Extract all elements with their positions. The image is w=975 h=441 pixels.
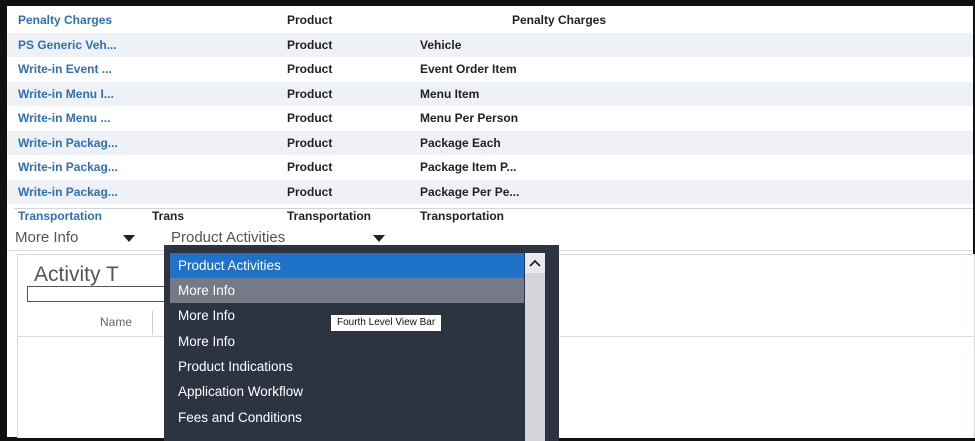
- row-value: Menu Per Person: [420, 111, 519, 125]
- scroll-up-button[interactable]: [525, 253, 545, 273]
- row-name-link[interactable]: Write-in Packag...: [18, 155, 118, 180]
- row-type: Product: [287, 184, 333, 199]
- search-input[interactable]: [27, 286, 167, 302]
- row-name-link[interactable]: Penalty Charges: [18, 8, 112, 33]
- chevron-down-icon: [123, 234, 135, 242]
- row-name-link[interactable]: Write-in Menu I...: [18, 82, 114, 107]
- row-value: Vehicle: [420, 37, 462, 52]
- row-name-link[interactable]: PS Generic Veh...: [18, 33, 117, 58]
- column-header-name[interactable]: Name: [100, 315, 132, 329]
- row-type: Product: [287, 37, 333, 52]
- row-type: Product: [287, 111, 333, 125]
- menu-item-product-indications[interactable]: Product Indications: [170, 354, 524, 379]
- menu-item-product-activities[interactable]: Product Activities: [170, 253, 524, 278]
- list-row[interactable]: Write-in Menu ... Product Menu Per Perso…: [7, 106, 973, 131]
- row-type: Product: [287, 86, 333, 101]
- row-value: Package Item P...: [420, 160, 517, 174]
- row-name-link[interactable]: Write-in Packag...: [18, 180, 118, 205]
- list-divider: [14, 208, 973, 209]
- menu-item-fees-and-conditions[interactable]: Fees and Conditions: [170, 405, 524, 430]
- row-type: Product: [287, 135, 333, 150]
- panel-title: Activity T: [34, 263, 119, 286]
- view-dropdown-menu: Product Activities More Info More Info M…: [164, 245, 559, 441]
- list-row[interactable]: Write-in Packag... Product Package Each: [7, 130, 973, 156]
- list-row[interactable]: PS Generic Veh... Product Vehicle: [7, 32, 973, 58]
- menu-item-more-info[interactable]: More Info: [170, 278, 524, 303]
- list-row[interactable]: Penalty Charges Product Penalty Charges: [7, 8, 973, 33]
- record-list: Penalty Charges Product Penalty Charges …: [7, 8, 973, 229]
- row-type: Product: [287, 62, 333, 76]
- list-row[interactable]: Write-in Menu I... Product Menu Item: [7, 81, 973, 107]
- row-value: Menu Item: [420, 86, 480, 101]
- menu-item-more-info[interactable]: More Info: [170, 329, 524, 354]
- row-name-link[interactable]: Write-in Packag...: [18, 131, 118, 156]
- row-name-link[interactable]: Write-in Menu ...: [18, 106, 110, 131]
- chevron-down-icon: [373, 234, 385, 242]
- view-tab-more-info[interactable]: More Info: [15, 226, 78, 250]
- list-row[interactable]: Write-in Packag... Product Package Item …: [7, 155, 973, 180]
- tooltip: Fourth Level View Bar: [330, 314, 443, 332]
- row-value: Event Order Item: [420, 62, 517, 76]
- list-row[interactable]: Write-in Event ... Product Event Order I…: [7, 57, 973, 82]
- column-divider: [152, 311, 153, 335]
- list-row[interactable]: Write-in Packag... Product Package Per P…: [7, 179, 973, 205]
- view-dropdown-caret-1[interactable]: [123, 226, 135, 250]
- chevron-up-icon: [529, 259, 541, 267]
- row-value: Penalty Charges: [511, 13, 607, 27]
- row-value: Package Per Pe...: [420, 184, 520, 199]
- row-type: Product: [287, 13, 333, 27]
- row-value: Package Each: [420, 135, 501, 150]
- row-name-link[interactable]: Write-in Event ...: [18, 57, 112, 82]
- menu-scrollbar[interactable]: [525, 253, 545, 441]
- menu-item-application-workflow[interactable]: Application Workflow: [170, 379, 524, 404]
- row-type: Product: [287, 160, 333, 174]
